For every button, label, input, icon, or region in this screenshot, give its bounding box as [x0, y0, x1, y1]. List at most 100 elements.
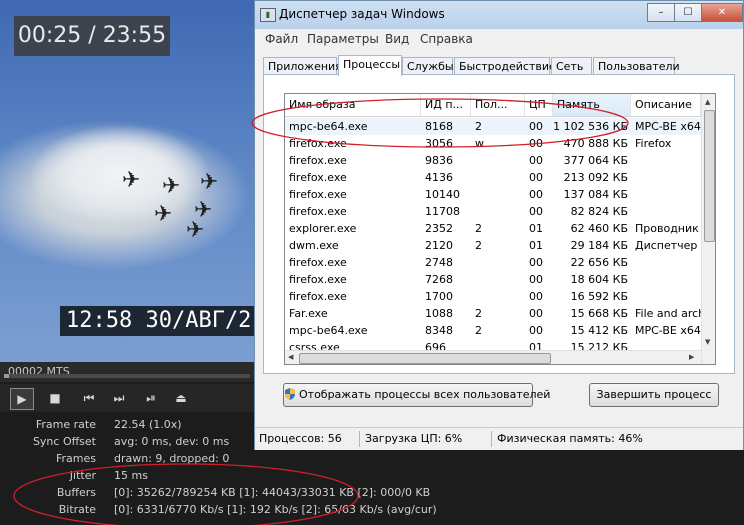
process-cell-user	[471, 254, 525, 271]
skip-back-button[interactable]: ⏮	[78, 388, 100, 408]
process-cell-mem: 29 184 КБ	[570, 239, 628, 252]
process-cell-cpu: 00	[529, 154, 543, 167]
process-cell-pid: 8168	[425, 120, 453, 133]
process-row[interactable]: explorer.exe 2352 2 01 62 460 КБ Проводник	[285, 220, 701, 237]
vertical-scroll-thumb[interactable]	[704, 110, 715, 242]
process-cell-mem: 62 460 КБ	[570, 222, 628, 235]
process-list[interactable]: Имя образа ИД п... Пол... ЦП Память Опис…	[284, 93, 716, 365]
play-icon: ▶	[17, 392, 27, 406]
seek-track[interactable]	[4, 374, 250, 378]
processes-panel: Имя образа ИД п... Пол... ЦП Память Опис…	[263, 74, 735, 374]
column-user[interactable]: Пол...	[471, 94, 525, 116]
process-row[interactable]: Far.exe 1088 2 00 15 668 КБ File and archi	[285, 305, 701, 322]
process-cell-desc	[631, 186, 701, 203]
status-separator	[359, 431, 360, 447]
process-cell-cpu: 00	[529, 205, 543, 218]
menu-help[interactable]: Справка	[420, 32, 473, 46]
minimize-icon: –	[658, 7, 664, 18]
process-cell-user: 2	[475, 222, 482, 235]
process-cell-mem: 137 084 КБ	[563, 188, 628, 201]
horizontal-scrollbar[interactable]: ◀ ▶	[285, 350, 701, 364]
process-row[interactable]: firefox.exe 10140 00 137 084 КБ	[285, 186, 701, 203]
menu-view[interactable]: Вид	[385, 32, 409, 46]
playback-stats: Frame rate 22.54 (1.0x) Sync Offset avg: 0…	[32, 418, 437, 516]
process-cell-desc: MPC-BE x64	[635, 324, 701, 337]
process-cell-desc	[631, 271, 701, 288]
scroll-right-icon[interactable]: ▶	[689, 353, 694, 361]
process-cell-user: 2	[475, 307, 482, 320]
tab-users[interactable]: Пользователи	[593, 57, 680, 75]
close-button[interactable]: ✕	[701, 3, 743, 22]
process-cell-desc	[631, 254, 701, 271]
process-cell-user	[471, 186, 525, 203]
menu-file[interactable]: Файл	[265, 32, 298, 46]
process-cell-mem: 22 656 КБ	[570, 256, 628, 269]
status-process-count: Процессов: 56	[259, 432, 342, 445]
process-row[interactable]: firefox.exe 1700 00 16 592 КБ	[285, 288, 701, 305]
stop-button[interactable]: ■	[44, 388, 66, 408]
frame-step-button[interactable]: ⏯	[140, 388, 162, 408]
process-cell-name: firefox.exe	[289, 154, 347, 167]
process-cell-mem: 377 064 КБ	[563, 154, 628, 167]
vertical-scrollbar[interactable]: ▲ ▼	[701, 94, 715, 364]
skip-forward-button[interactable]: ⏭	[108, 388, 130, 408]
play-button[interactable]: ▶	[10, 388, 34, 410]
process-cell-mem: 15 412 КБ	[570, 324, 628, 337]
process-cell-name: explorer.exe	[289, 222, 357, 235]
jet-1: ✈	[122, 168, 141, 193]
process-row[interactable]: firefox.exe 7268 00 18 604 КБ	[285, 271, 701, 288]
process-row[interactable]: firefox.exe 2748 00 22 656 КБ	[285, 254, 701, 271]
process-row[interactable]: firefox.exe 9836 00 377 064 КБ	[285, 152, 701, 169]
process-cell-cpu: 00	[529, 290, 543, 303]
process-row[interactable]: firefox.exe 3056 w 00 470 888 КБ Firefox	[285, 135, 701, 152]
process-cell-desc: File and archi	[635, 307, 701, 320]
seek-bar[interactable]: 00002.MTS	[0, 362, 254, 382]
process-row[interactable]: firefox.exe 4136 00 213 092 КБ	[285, 169, 701, 186]
status-cpu-usage: Загрузка ЦП: 6%	[365, 432, 463, 445]
status-separator	[491, 431, 492, 447]
process-row[interactable]: mpc-be64.exe 8348 2 00 15 412 КБ MPC-BE x64	[285, 322, 701, 339]
tab-applications[interactable]: Приложения	[263, 57, 342, 75]
process-cell-desc: Диспетчер о	[635, 239, 701, 252]
minimize-button[interactable]: –	[647, 3, 675, 22]
stop-icon: ■	[49, 391, 61, 405]
scroll-left-icon[interactable]: ◀	[288, 353, 293, 361]
jet-4: ✈	[154, 202, 173, 227]
process-cell-pid: 2120	[425, 239, 453, 252]
column-pid[interactable]: ИД п...	[421, 94, 471, 116]
process-row[interactable]: mpc-be64.exe 8168 2 00 1 102 536 КБ MPC-BE x6…	[285, 118, 701, 135]
task-manager-window: ▮ Диспетчер задач Windows – ☐ ✕ Файл Пар…	[254, 0, 744, 450]
process-cell-name: firefox.exe	[289, 171, 347, 184]
process-row[interactable]: dwm.exe 2120 2 01 29 184 КБ Диспетчер о	[285, 237, 701, 254]
tab-performance[interactable]: Быстродействие	[454, 57, 556, 75]
skip-back-icon: ⏮	[83, 391, 95, 405]
tab-services[interactable]: Службы	[402, 57, 454, 75]
show-all-users-button[interactable]: Отображать процессы всех пользователей	[283, 383, 550, 407]
end-process-button[interactable]: Завершить процесс	[589, 383, 719, 407]
menu-options[interactable]: Параметры	[307, 32, 379, 46]
jet-6: ✈	[186, 218, 205, 243]
process-cell-cpu: 00	[529, 188, 543, 201]
process-cell-user: w	[475, 137, 484, 150]
process-row[interactable]: firefox.exe 11708 00 82 824 КБ	[285, 203, 701, 220]
column-image-name[interactable]: Имя образа	[285, 94, 421, 116]
tab-strip: Приложения Процессы Службы Быстродействи…	[263, 55, 737, 76]
tab-network[interactable]: Сеть	[551, 57, 592, 75]
title-bar[interactable]: ▮ Диспетчер задач Windows – ☐ ✕	[255, 1, 743, 29]
tab-processes[interactable]: Процессы	[338, 55, 402, 76]
scroll-down-icon[interactable]: ▼	[705, 338, 710, 346]
column-cpu[interactable]: ЦП	[525, 94, 553, 116]
process-cell-desc: Firefox	[635, 137, 672, 150]
process-cell-mem: 213 092 КБ	[563, 171, 628, 184]
process-cell-pid: 7268	[425, 273, 453, 286]
process-cell-cpu: 00	[529, 324, 543, 337]
video-frame[interactable]: ✈ ✈ ✈ ✈ ✈ ✈ 00:25 / 23:55 12:58 30/АВГ/2	[0, 0, 254, 362]
horizontal-scroll-thumb[interactable]	[299, 353, 551, 364]
column-memory[interactable]: Память	[553, 94, 631, 116]
maximize-button[interactable]: ☐	[674, 3, 702, 22]
eject-button[interactable]: ⏏	[170, 388, 192, 408]
process-cell-desc: Проводник	[635, 222, 699, 235]
process-cell-user	[471, 203, 525, 220]
column-description[interactable]: Описание	[631, 94, 701, 116]
scroll-up-icon[interactable]: ▲	[705, 98, 710, 106]
